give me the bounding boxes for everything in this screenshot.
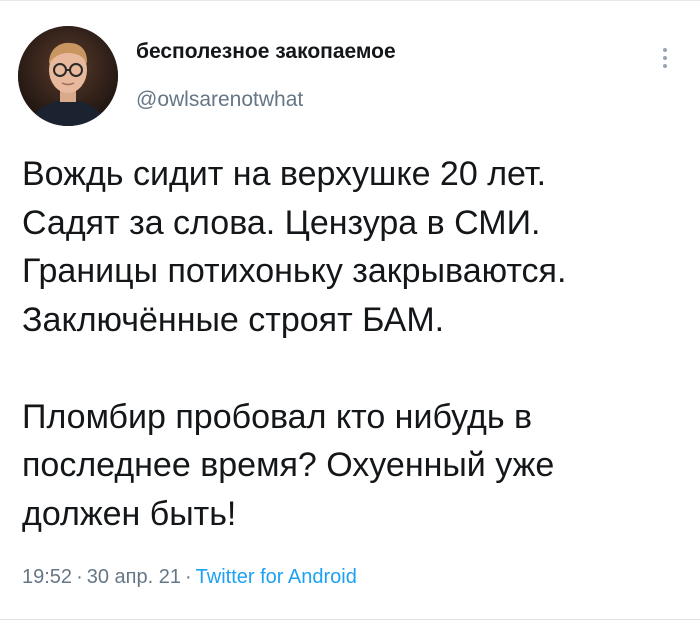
- tweet-source-link[interactable]: Twitter for Android: [196, 566, 357, 588]
- tweet-line: Садят за слова. Цензура в СМИ.: [22, 203, 541, 242]
- more-vertical-icon: [663, 48, 667, 52]
- tweet-line: Заключённые строят БАМ.: [22, 300, 445, 339]
- tweet-line: Границы потихоньку закрываются.: [22, 252, 567, 290]
- top-divider: [0, 0, 700, 1]
- more-options-button[interactable]: [650, 38, 680, 78]
- more-vertical-icon-dot: [663, 56, 667, 60]
- bottom-divider: [0, 619, 700, 620]
- tweet-line: Пломбир пробовал кто нибудь в: [22, 397, 533, 436]
- more-vertical-icon-dot: [663, 64, 667, 68]
- tweet-time[interactable]: 19:52: [22, 566, 72, 588]
- meta-separator: ·: [76, 566, 83, 588]
- tweet-meta: 19:52 · 30 апр. 21 · Twitter for Android: [22, 566, 357, 589]
- tweet-line: Вождь сидит на верхушке 20 лет.: [22, 155, 547, 193]
- tweet-text: Вождь сидит на верхушке 20 лет. Садят за…: [22, 150, 692, 538]
- author-handle[interactable]: @owlsarenotwhat: [136, 88, 303, 112]
- tweet-paragraph-gap: [22, 344, 692, 393]
- user-avatar[interactable]: [18, 26, 118, 126]
- tweet-line: должен быть!: [22, 494, 237, 533]
- meta-separator: ·: [184, 566, 192, 588]
- author-display-name[interactable]: бесполезное закопаемое: [136, 40, 396, 64]
- user-avatar-icon: [18, 26, 118, 126]
- tweet-line: последнее время? Охуенный уже: [22, 446, 555, 484]
- tweet-date[interactable]: 30 апр. 21: [87, 566, 181, 588]
